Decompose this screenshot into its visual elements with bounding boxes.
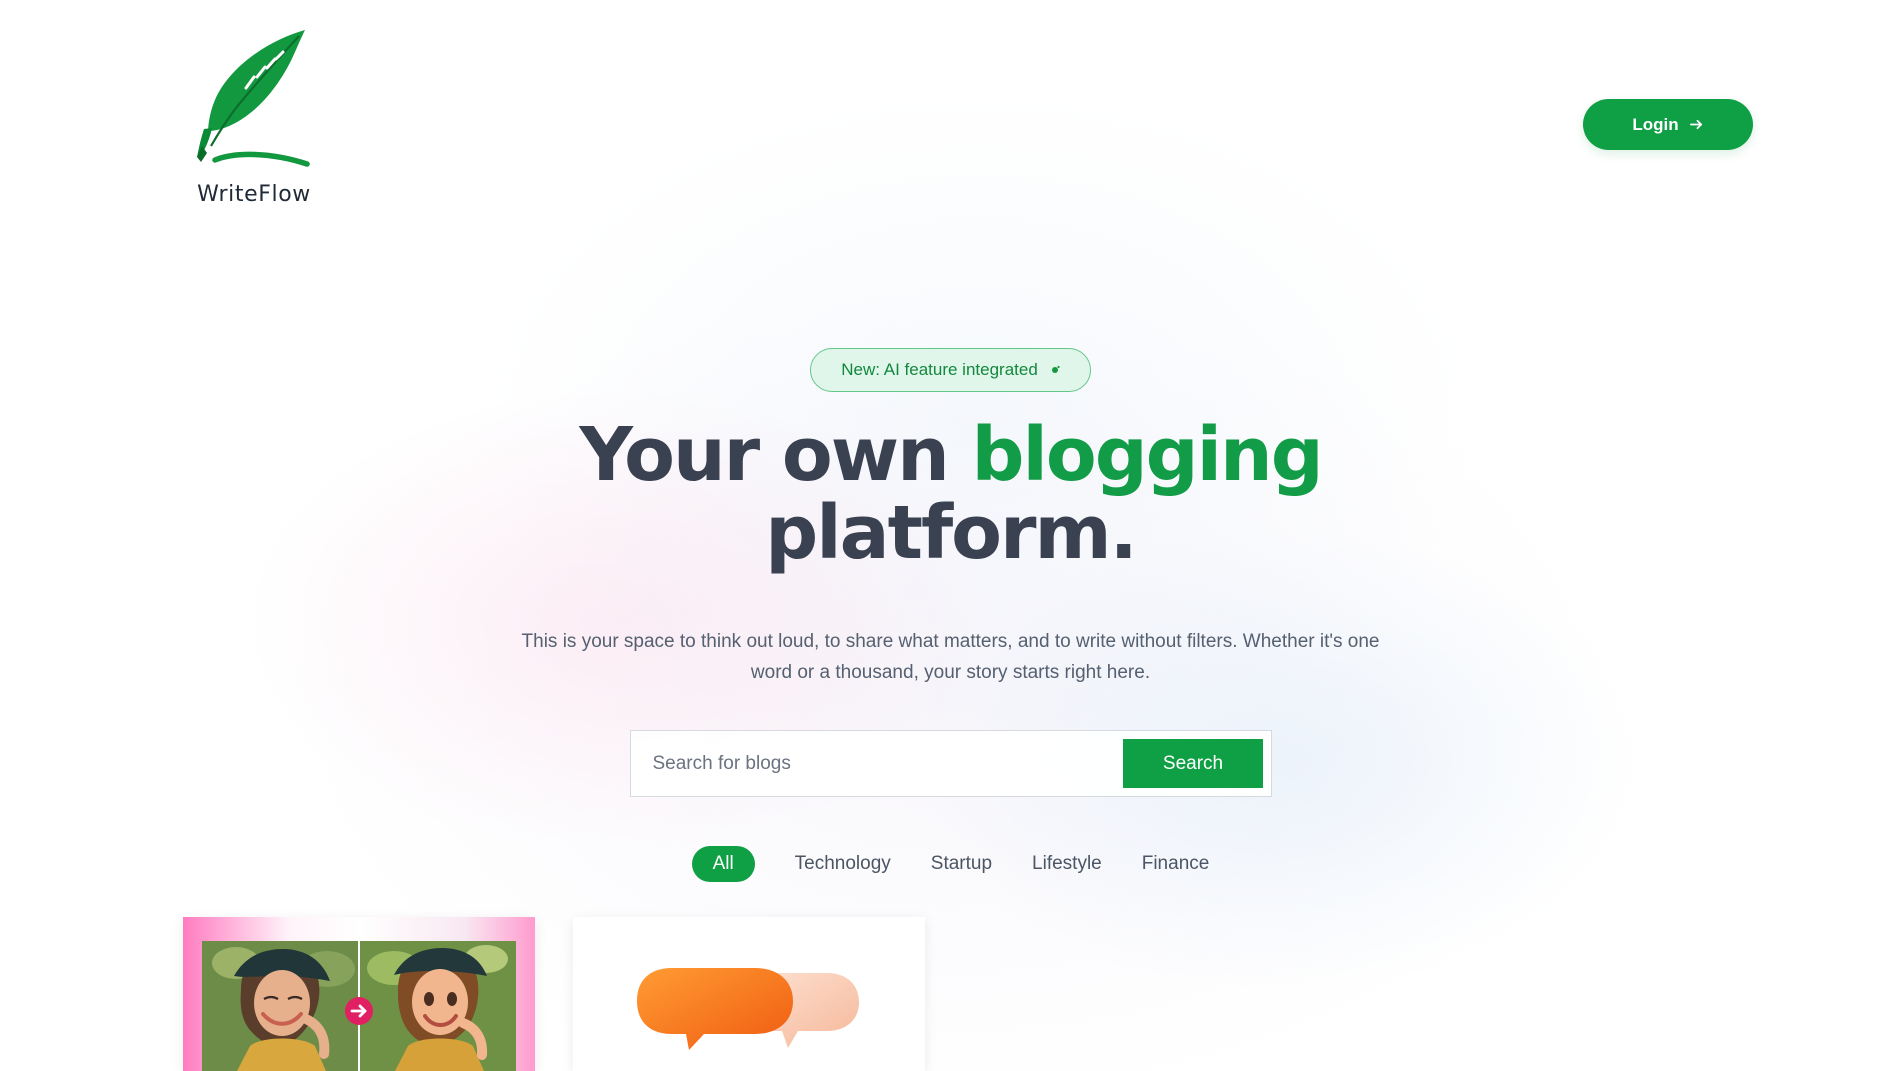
announcement-text: New: AI feature integrated — [841, 360, 1038, 379]
cartoon-portrait — [360, 941, 516, 1071]
hero-title: Your own blogging platform. — [571, 416, 1331, 572]
chat-bubbles-icon — [637, 968, 859, 1050]
hero-title-after: platform. — [765, 490, 1137, 576]
login-button[interactable]: Login — [1583, 99, 1753, 150]
category-startup[interactable]: Startup — [931, 846, 992, 882]
category-tabs: All Technology Startup Lifestyle Finance — [0, 846, 1901, 882]
category-technology[interactable]: Technology — [795, 846, 891, 882]
search-bar: Search — [629, 730, 1272, 797]
hero-title-accent: blogging — [971, 412, 1324, 498]
blog-card[interactable] — [573, 917, 925, 1071]
photo-portrait — [202, 941, 358, 1071]
category-finance[interactable]: Finance — [1142, 846, 1210, 882]
announcement-badge[interactable]: New: AI feature integrated — [810, 348, 1091, 392]
hero-section: New: AI feature integrated Your own blog… — [0, 348, 1901, 882]
arrow-right-icon — [1689, 119, 1702, 130]
arrow-right-icon — [345, 997, 373, 1025]
login-label: Login — [1632, 114, 1679, 134]
search-input[interactable] — [650, 751, 1124, 776]
feather-pen-icon — [197, 30, 310, 167]
search-button[interactable]: Search — [1123, 739, 1263, 788]
landing-page: WriteFlow Login New: AI feature integrat… — [0, 0, 1901, 1071]
card-image — [183, 917, 535, 1071]
sparkle-icon — [1051, 365, 1060, 373]
hero-title-before: Your own — [579, 412, 949, 498]
hero-subtitle: This is your space to think out loud, to… — [521, 631, 1380, 683]
blog-card[interactable] — [183, 917, 535, 1071]
category-lifestyle[interactable]: Lifestyle — [1032, 846, 1102, 882]
category-all[interactable]: All — [691, 846, 755, 882]
brand-name: WriteFlow — [197, 182, 311, 207]
blog-cards — [183, 917, 925, 1071]
brand[interactable]: WriteFlow — [193, 28, 315, 207]
